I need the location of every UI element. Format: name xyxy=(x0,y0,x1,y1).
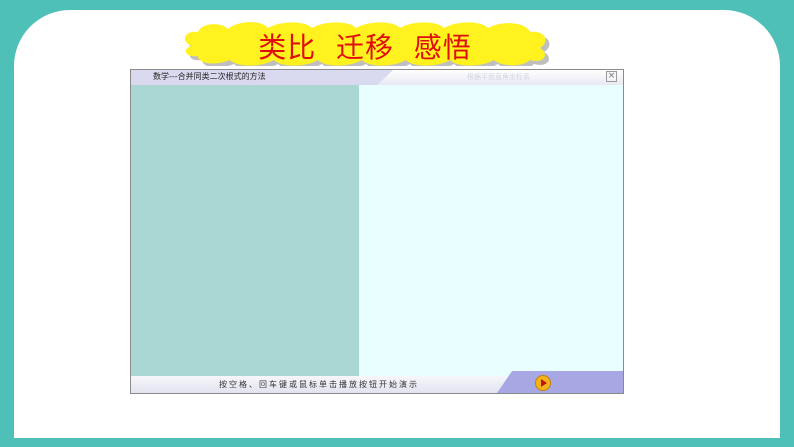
title-cloud-banner: 类比 迁移 感悟 xyxy=(178,20,552,66)
flash-player-window: 数学---合并同类二次根式的方法 根据平面直角坐标系 × 按空格、回车键或鼠标单… xyxy=(130,69,624,394)
right-content-pane xyxy=(359,85,623,378)
player-bottombar: 按空格、回车键或鼠标单击播放按钮开始演示 xyxy=(131,371,623,393)
play-button[interactable] xyxy=(535,375,551,391)
player-title: 数学---合并同类二次根式的方法 xyxy=(153,72,266,81)
instruction-text: 按空格、回车键或鼠标单击播放按钮开始演示 xyxy=(219,380,419,389)
player-titlebar: 数学---合并同类二次根式的方法 根据平面直角坐标系 × xyxy=(131,70,623,85)
bottom-tab xyxy=(497,371,623,393)
left-content-pane xyxy=(131,85,359,378)
titlebar-watermark-text: 根据平面直角坐标系 xyxy=(467,73,530,81)
close-icon[interactable]: × xyxy=(606,71,617,82)
slide-title: 类比 迁移 感悟 xyxy=(258,31,472,64)
